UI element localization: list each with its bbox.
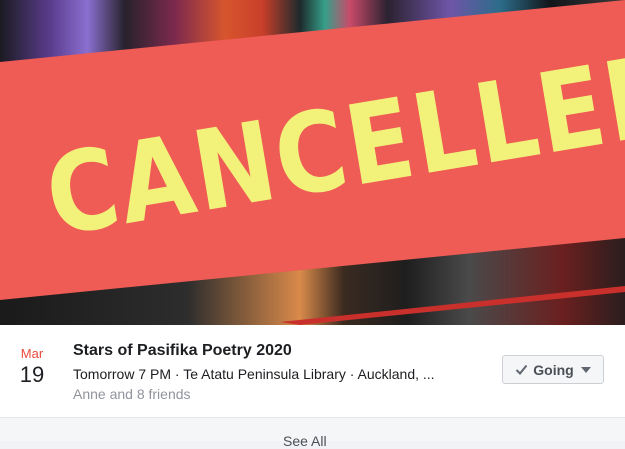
- event-day: 19: [19, 362, 45, 387]
- see-all-bar[interactable]: See All: [0, 417, 625, 449]
- check-icon: [516, 364, 528, 375]
- event-title[interactable]: Stars of Pasifika Poetry 2020: [73, 342, 292, 360]
- going-button[interactable]: Going: [502, 355, 604, 384]
- see-all-link[interactable]: See All: [283, 433, 327, 449]
- event-friends[interactable]: Anne and 8 friends: [73, 386, 191, 402]
- event-month: Mar: [20, 346, 44, 361]
- event-date: Mar 19: [16, 346, 48, 388]
- going-label: Going: [533, 361, 574, 378]
- event-cover-image[interactable]: CANCELLED: [0, 0, 625, 325]
- caret-down-icon: [580, 366, 591, 373]
- event-details: Tomorrow 7 PM · Te Atatu Peninsula Libra…: [73, 366, 435, 382]
